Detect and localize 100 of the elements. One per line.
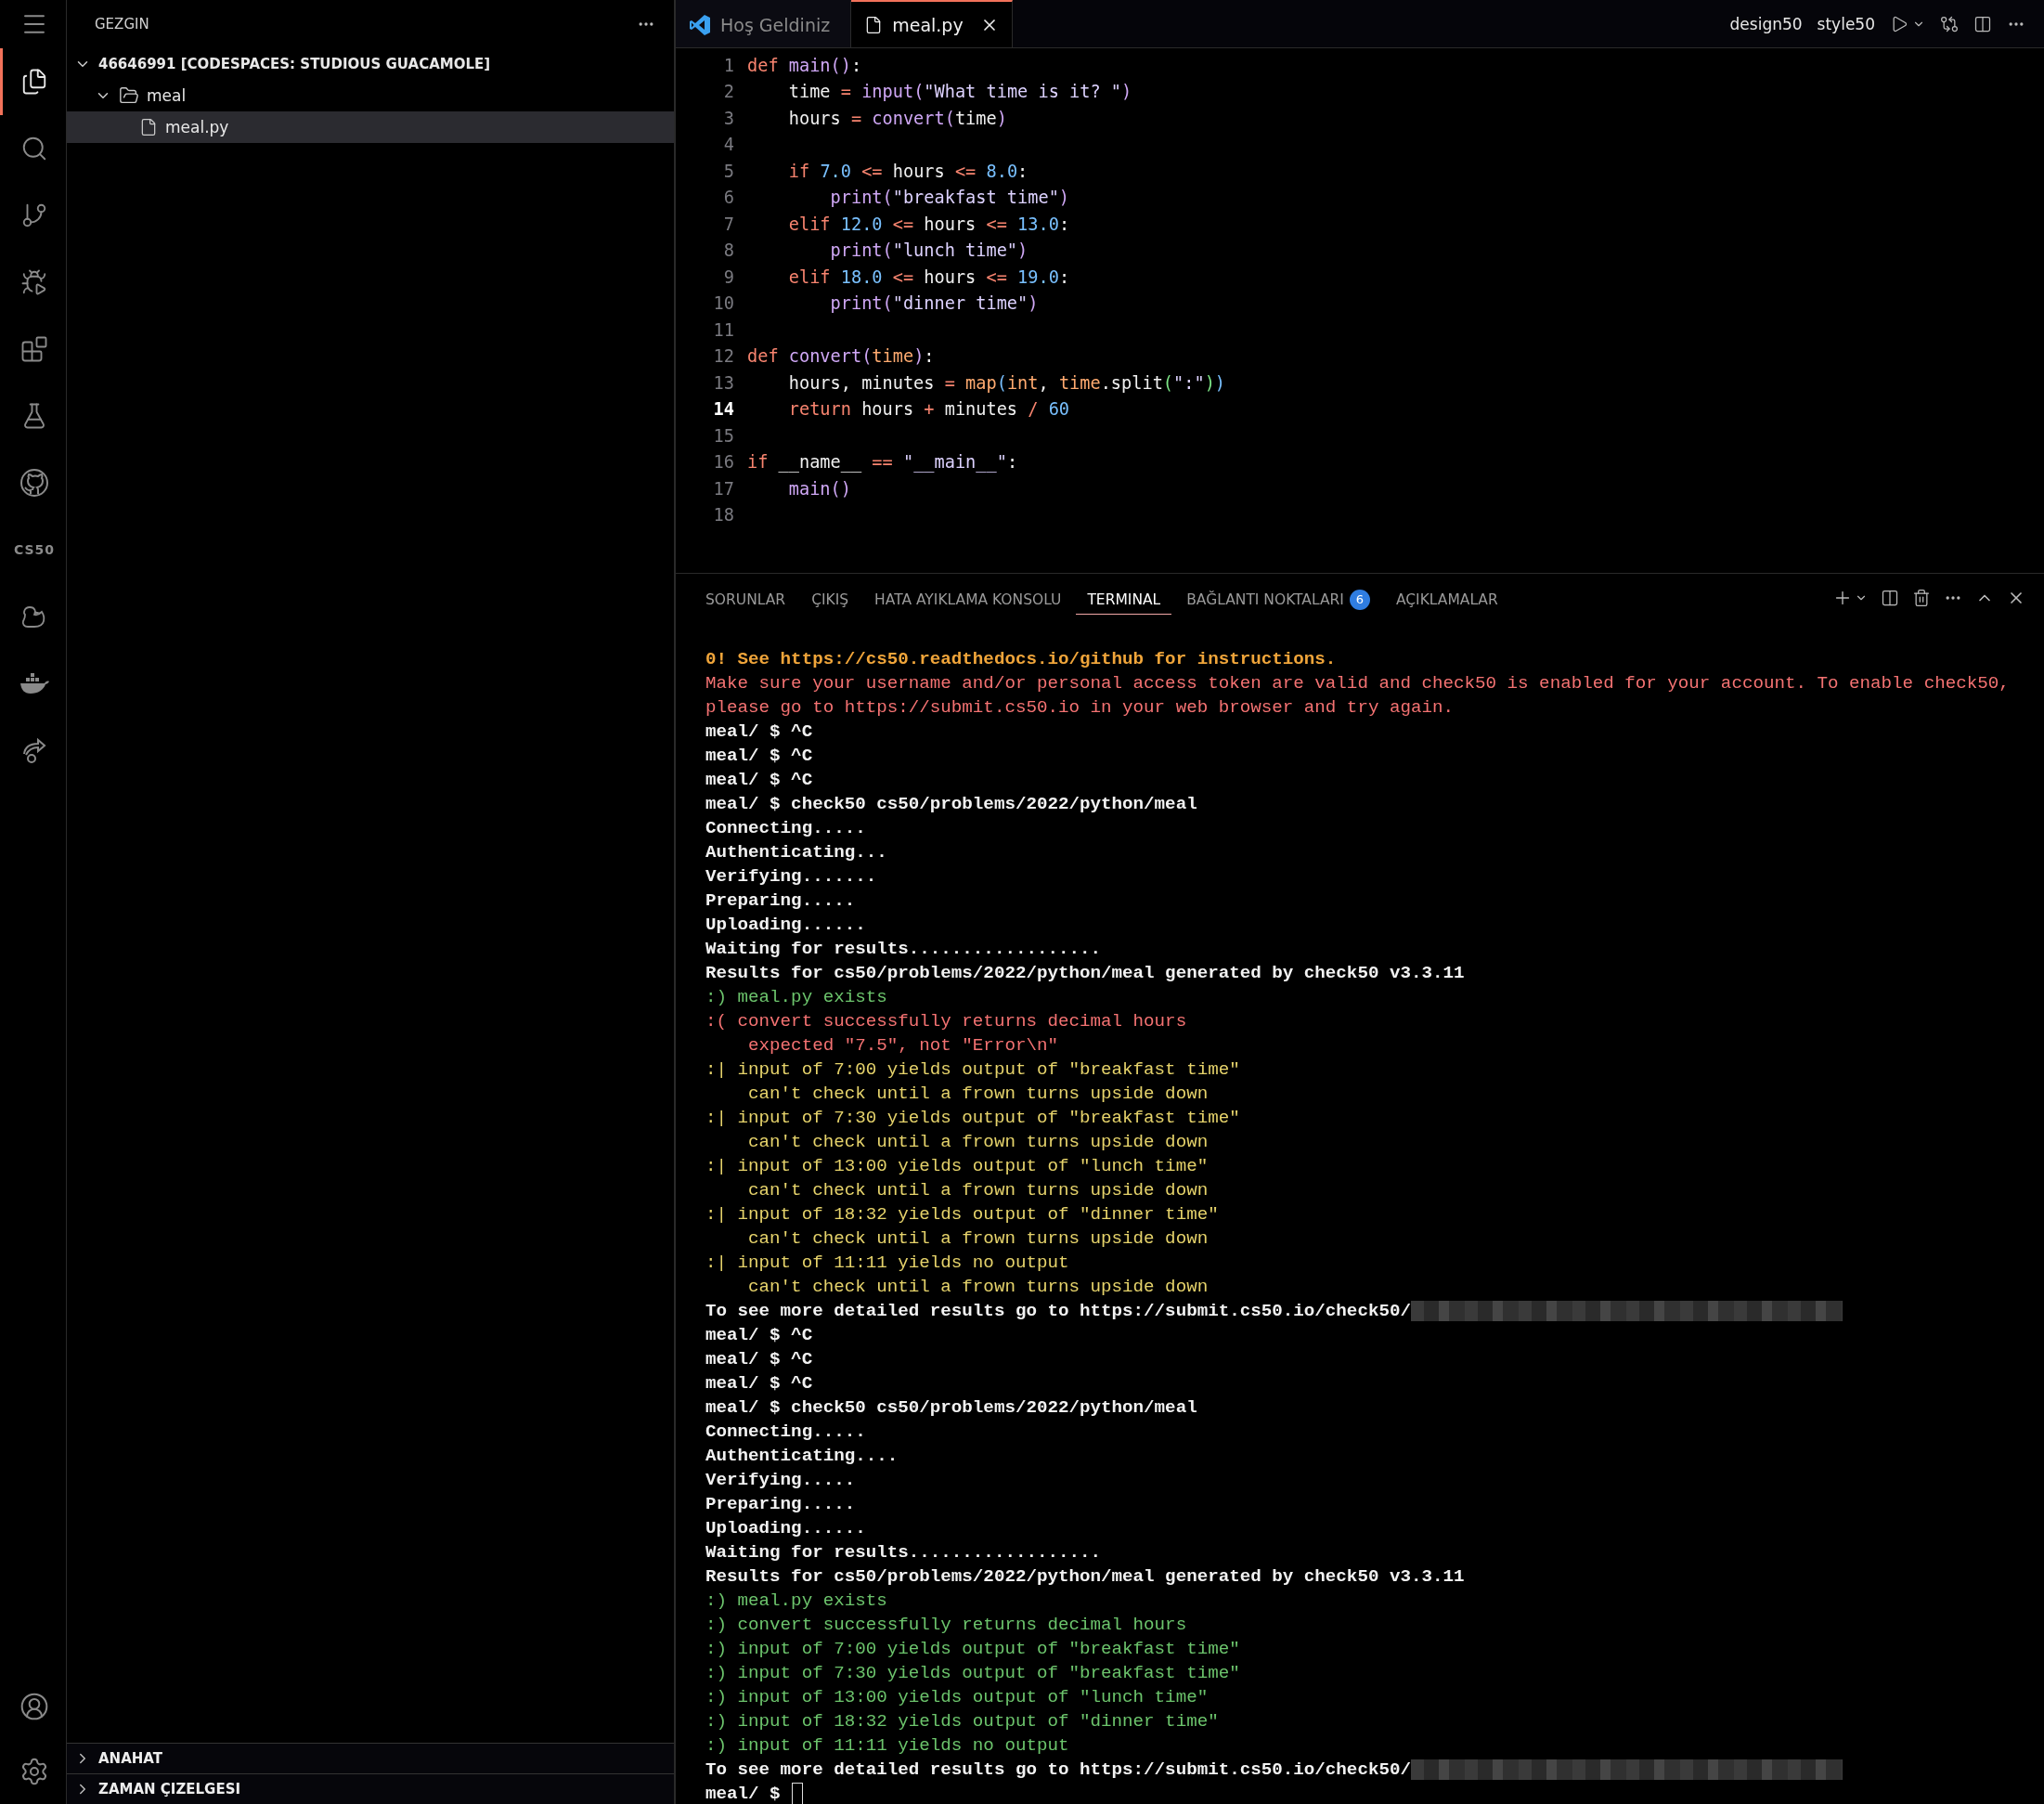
terminal-line: can't check until a frown turns upside down	[747, 1276, 1210, 1299]
terminal-line: meal/ $ ^C	[705, 1348, 814, 1371]
line-number: 2	[722, 82, 735, 102]
panel-tab[interactable]: AÇIKLAMALAR	[1384, 581, 1509, 615]
terminal-line: :) meal.py exists	[705, 1590, 888, 1613]
code-line: def convert(time):	[747, 346, 935, 367]
split-editor-icon[interactable]	[1973, 14, 1992, 33]
github-icon[interactable]	[19, 468, 49, 498]
line-number: 16	[712, 452, 735, 473]
terminal-cursor	[791, 1783, 803, 1804]
terminal-line: :) input of 18:32 yields output of "dinner time"	[705, 1710, 1220, 1733]
terminal-line: :) convert successfully returns decimal hours	[705, 1614, 1188, 1637]
terminal-line: :| input of 7:00 yields output of "breakfast time"	[705, 1058, 1241, 1082]
toolbar-action[interactable]: design50	[1729, 14, 1803, 33]
code-line: hours, minutes = map(int, time.split(":"))	[787, 372, 1226, 393]
code-line: if 7.0 <= hours <= 8.0:	[787, 161, 1028, 181]
terminal-line: meal/ $ ^C	[705, 1324, 814, 1347]
terminal-line: Preparing.....	[705, 889, 857, 913]
extensions-icon[interactable]	[20, 335, 48, 363]
line-number: 15	[712, 425, 735, 446]
code-line: elif 18.0 <= hours <= 19.0:	[787, 266, 1070, 287]
line-number: 5	[722, 161, 735, 181]
panel-tab[interactable]: SORUNLAR	[694, 581, 797, 615]
terminal-line: Verifying.....	[705, 1469, 857, 1492]
line-number: 3	[722, 108, 735, 128]
tree-item[interactable]: meal.py	[67, 111, 674, 143]
terminal-line: can't check until a frown turns upside down	[747, 1083, 1210, 1106]
code-line: return hours + minutes / 60	[787, 399, 1070, 420]
terminal-line: Make sure your username and/or personal access token are valid and check50 is enabled for your account. To enable check50,	[705, 672, 2011, 695]
line-number: 9	[722, 266, 735, 287]
panel-tab[interactable]: BAĞLANTI NOKTALARI 6	[1175, 579, 1381, 616]
terminal-line: can't check until a frown turns upside down	[747, 1227, 1210, 1251]
panel-tab[interactable]: HATA AYIKLAMA KONSOLU	[863, 581, 1073, 615]
terminal-line: :| input of 13:00 yields output of "lunch time"	[705, 1155, 1210, 1178]
section-header[interactable]: ZAMAN ÇIZELGESI	[67, 1773, 674, 1804]
terminal-line: :) meal.py exists	[705, 986, 888, 1009]
code-line: print("dinner time")	[829, 293, 1039, 314]
compare-icon[interactable]	[1940, 14, 1959, 33]
panel-tab[interactable]: TERMINAL	[1076, 581, 1172, 615]
section-header[interactable]: ANAHAT	[67, 1743, 674, 1773]
panel-tab[interactable]: ÇIKIŞ	[800, 581, 860, 615]
code-line: hours = convert(time)	[787, 108, 1007, 128]
files-icon[interactable]	[20, 68, 48, 96]
tree-item-label: meal	[147, 86, 187, 105]
terminal-line: can't check until a frown turns upside down	[747, 1131, 1210, 1154]
tree-item-label: 46646991 [CODESPACES: STUDIOUS GUACAMOLE]	[98, 56, 491, 72]
toolbar-action[interactable]: style50	[1817, 14, 1875, 33]
settings-icon[interactable]	[19, 1757, 49, 1786]
code-line: def main():	[747, 55, 862, 75]
terminal-line: meal/ $ ^C	[705, 769, 814, 792]
code-line: if __name__ == "__main__":	[747, 452, 1018, 473]
terminal-line: meal/ $	[705, 1783, 781, 1804]
search-icon[interactable]	[20, 135, 48, 162]
terminal-line: meal/ $ check50 cs50/problems/2022/python/meal	[705, 1396, 1198, 1420]
tree-item[interactable]: meal	[67, 80, 674, 111]
terminal-line: Results for cs50/problems/2022/python/meal generated by check50 v3.3.11	[705, 1565, 1466, 1589]
line-number: 8	[722, 240, 735, 261]
terminal-line: can't check until a frown turns upside down	[747, 1179, 1210, 1202]
terminal-line: Uploading......	[705, 1517, 867, 1540]
line-number: 1	[722, 55, 735, 75]
editor-tab[interactable]: meal.py	[851, 0, 1013, 47]
section-title: ANAHAT	[98, 1750, 162, 1767]
logo-icon	[689, 13, 711, 36]
terminal-line: Connecting.....	[705, 1421, 867, 1444]
activity-item[interactable]: CS50	[13, 542, 56, 557]
terminal-line: Results for cs50/problems/2022/python/meal generated by check50 v3.3.11	[705, 962, 1466, 985]
terminal-line: :) input of 7:00 yields output of "breakfast time"	[705, 1638, 1241, 1661]
tree-item[interactable]: 46646991 [CODESPACES: STUDIOUS GUACAMOLE]	[67, 48, 674, 80]
split-terminal-icon[interactable]	[1881, 589, 1899, 607]
code-line: elif 12.0 <= hours <= 13.0:	[787, 214, 1070, 234]
panel-tab-label: BAĞLANTI NOKTALARI	[1186, 591, 1344, 608]
terminal-line: Waiting for results..................	[705, 1541, 1103, 1564]
code-line: time = input("What time is it? ")	[787, 82, 1132, 102]
terminal-line: Preparing.....	[705, 1493, 857, 1516]
file-icon	[139, 118, 158, 136]
terminal-line: Authenticating....	[705, 1445, 899, 1468]
terminal-line: meal/ $ check50 cs50/problems/2022/python/meal	[705, 793, 1198, 816]
code-line: main()	[787, 478, 851, 499]
terminal-line: meal/ $ ^C	[705, 1372, 814, 1395]
terminal-line: :( convert successfully returns decimal hours	[705, 1010, 1188, 1033]
terminal-line: 0! See https://cs50.readthedocs.io/github for instructions.	[705, 648, 1338, 671]
folder-icon	[119, 85, 139, 106]
count-badge: 6	[1349, 589, 1370, 610]
terminal-line: :) input of 11:11 yields no output	[705, 1734, 1070, 1758]
terminal-line: Connecting.....	[705, 817, 867, 840]
branch-icon[interactable]	[20, 201, 48, 229]
trash-icon[interactable]	[1912, 589, 1931, 607]
line-number: 13	[712, 372, 735, 393]
account-icon[interactable]	[19, 1692, 49, 1721]
run-debug-icon[interactable]	[20, 268, 48, 296]
terminal-line: Waiting for results..................	[705, 938, 1103, 961]
code-line: print("lunch time")	[829, 240, 1028, 261]
line-number: 4	[722, 135, 735, 155]
line-number: 14	[712, 399, 735, 420]
terminal-line: meal/ $ ^C	[705, 745, 814, 768]
terminal-line: Uploading......	[705, 914, 867, 937]
editor-tab[interactable]: Hoş Geldiniz	[676, 0, 852, 47]
line-number: 18	[712, 505, 735, 526]
line-number: 6	[722, 188, 735, 208]
whale-icon[interactable]	[19, 670, 50, 696]
